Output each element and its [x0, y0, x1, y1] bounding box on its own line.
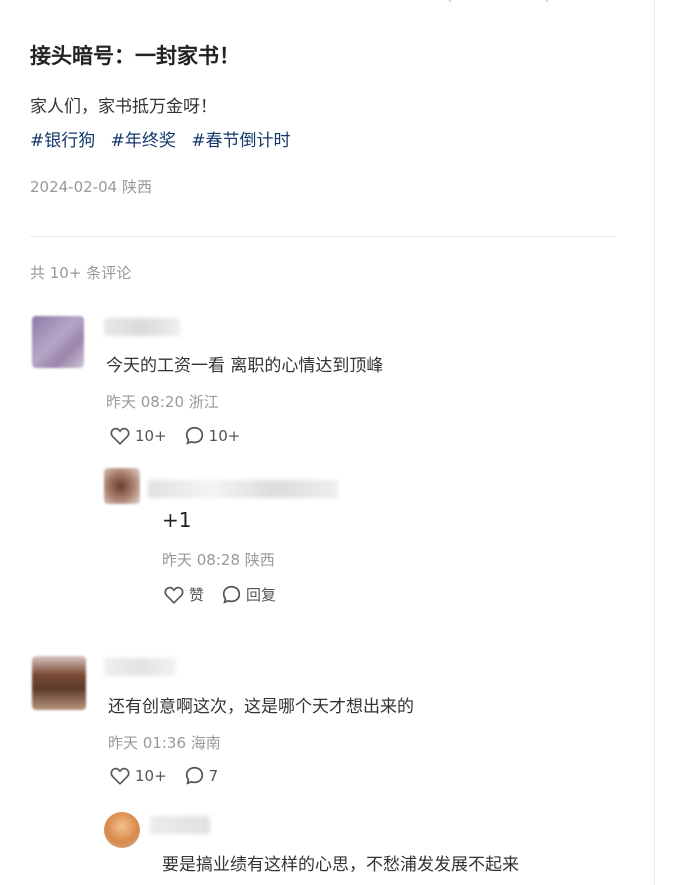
username-blurred[interactable] — [150, 816, 210, 834]
reply-text: 要是搞业绩有这样的心思，不愁浦发发展不起来 — [162, 855, 519, 875]
heart-outline-icon — [110, 767, 130, 785]
reply-actions: 赞 回复 — [164, 584, 294, 605]
speech-bubble-icon — [222, 585, 241, 604]
like-count: 10+ — [135, 766, 167, 785]
speech-bubble-icon — [185, 426, 203, 445]
like-button[interactable]: 10+ — [110, 427, 167, 445]
top-toolbar-fragment: • • — [447, 0, 594, 7]
tag-link[interactable]: #春节倒计时 — [191, 131, 290, 151]
like-button[interactable]: 赞 — [164, 584, 204, 605]
tag-link[interactable]: #年终奖 — [111, 131, 176, 151]
comment-text: 今天的工资一看 离职的心情达到顶峰 — [106, 356, 384, 376]
reply-button[interactable]: 7 — [185, 766, 219, 785]
heart-outline-icon — [110, 427, 130, 445]
post-title: 接头暗号：一封家书！ — [30, 44, 240, 68]
username-blurred[interactable] — [104, 658, 176, 676]
post-detail-panel: • • 接头暗号：一封家书！ 家人们，家书抵万金呀！ #银行狗 #年终奖 #春节… — [0, 0, 655, 885]
reply-button[interactable]: 10+ — [185, 426, 241, 445]
tag-link[interactable]: #银行狗 — [30, 131, 95, 151]
heart-outline-icon — [164, 586, 184, 604]
comment-actions: 10+ 7 — [110, 766, 236, 785]
reply-count: 7 — [208, 766, 219, 785]
comment-meta: 昨天 08:20 浙江 — [106, 393, 219, 411]
like-button[interactable]: 10+ — [110, 767, 167, 785]
comment-meta: 昨天 01:36 海南 — [108, 734, 221, 752]
post-date-location: 2024-02-04 陕西 — [30, 178, 152, 196]
avatar[interactable] — [32, 316, 84, 368]
like-count: 10+ — [135, 426, 167, 445]
reply-button[interactable]: 回复 — [222, 584, 276, 605]
reply-label: 回复 — [246, 586, 277, 604]
post-body: 家人们，家书抵万金呀！ — [30, 97, 217, 117]
comment-count: 共 10+ 条评论 — [30, 264, 132, 282]
reply-text: +1 — [162, 508, 192, 532]
comment-actions: 10+ 10+ — [110, 426, 258, 445]
reply-meta: 昨天 08:28 陕西 — [162, 551, 275, 569]
like-label: 赞 — [189, 586, 205, 604]
divider — [30, 236, 616, 237]
username-blurred[interactable] — [104, 318, 180, 336]
comment-text: 还有创意啊这次，这是哪个天才想出来的 — [108, 697, 414, 717]
speech-bubble-icon — [185, 766, 203, 785]
avatar[interactable] — [104, 468, 140, 504]
post-tags: #银行狗 #年终奖 #春节倒计时 — [30, 126, 301, 151]
reply-count: 10+ — [208, 426, 241, 445]
avatar[interactable] — [32, 656, 86, 710]
avatar[interactable] — [104, 812, 140, 848]
username-blurred[interactable] — [148, 480, 338, 498]
